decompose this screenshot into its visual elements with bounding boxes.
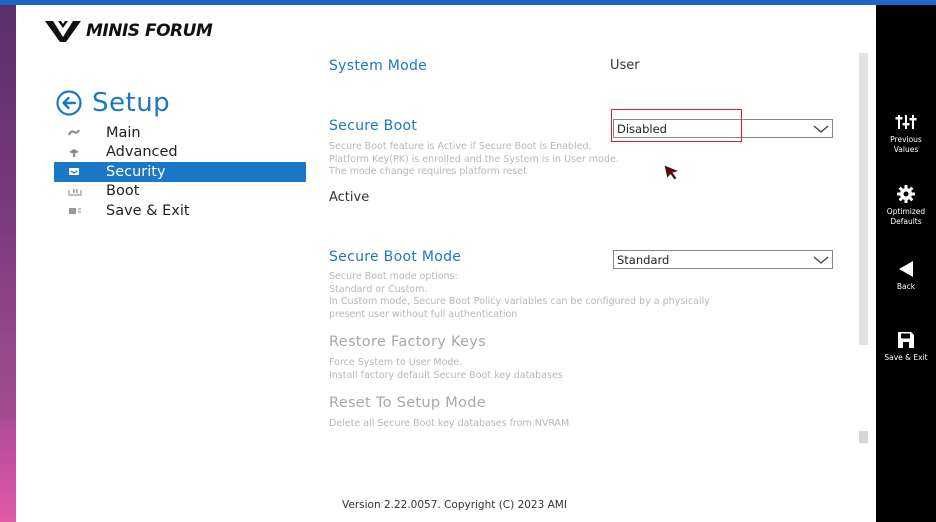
- setup-title: Setup: [92, 88, 171, 118]
- restore-factory-keys-help-text: Force System to User Mode. Install facto…: [329, 357, 563, 381]
- back-arrow-circle-icon[interactable]: [56, 90, 82, 116]
- secure-boot-mode-value: Standard: [617, 252, 670, 267]
- restore-factory-keys-item[interactable]: Restore Factory Keys: [329, 334, 486, 350]
- optimized-defaults-button[interactable]: Optimized Defaults: [876, 185, 936, 226]
- nav-item-label: Advanced: [106, 144, 178, 161]
- security-icon: [69, 168, 79, 176]
- reset-to-setup-mode-item[interactable]: Reset To Setup Mode: [329, 395, 486, 411]
- secure-boot-label[interactable]: Secure Boot: [329, 118, 417, 134]
- security-settings-panel: System Mode User Secure Boot Disabled Se…: [329, 5, 849, 522]
- save-exit-label: Save & Exit: [884, 353, 928, 362]
- back-triangle-icon: [899, 261, 913, 277]
- secure-boot-mode-select[interactable]: Standard: [613, 250, 833, 269]
- previous-values-button[interactable]: Previous Values: [876, 113, 936, 154]
- function-key-sidebar: Previous Values Optimized Defaults Back: [876, 5, 936, 522]
- bios-screen: MINIS FORUM Setup Main Advanced Security…: [16, 5, 876, 522]
- previous-values-label: Previous Values: [890, 135, 922, 154]
- save-exit-icon: [69, 208, 81, 215]
- nav-item-advanced[interactable]: Advanced: [54, 143, 306, 163]
- nav-item-label: Main: [106, 124, 141, 141]
- chevron-down-icon: [813, 124, 829, 133]
- system-mode-value: User: [610, 58, 640, 73]
- save-exit-button[interactable]: Save & Exit: [876, 331, 936, 363]
- logo-text: MINIS FORUM: [86, 21, 213, 41]
- highlight-box: [611, 109, 742, 142]
- chevron-down-icon: [813, 255, 829, 264]
- back-label: Back: [896, 282, 916, 291]
- setup-header: Setup: [56, 88, 170, 118]
- gear-icon: [897, 185, 915, 203]
- minisforum-logo-mark-icon: [45, 21, 81, 42]
- reset-to-setup-mode-help-text: Delete all Secure Boot key databases fro…: [329, 418, 570, 429]
- main-icon: [68, 129, 80, 136]
- nav-item-main[interactable]: Main: [54, 123, 306, 143]
- secure-boot-mode-label[interactable]: Secure Boot Mode: [329, 249, 461, 265]
- minisforum-logo: MINIS FORUM: [44, 19, 213, 43]
- secure-boot-status: Active: [329, 190, 370, 205]
- nav-item-label: Security: [106, 163, 166, 180]
- nav-item-save-exit[interactable]: Save & Exit: [54, 201, 306, 221]
- secure-boot-mode-help-text: Secure Boot mode options: Standard or Cu…: [329, 271, 710, 320]
- sliders-icon: [895, 115, 917, 129]
- scrollbar-end-marker[interactable]: [859, 431, 868, 443]
- scrollbar-thumb[interactable]: [859, 53, 868, 345]
- optimized-defaults-label: Optimized Defaults: [886, 207, 926, 226]
- nav-item-boot[interactable]: Boot: [54, 182, 306, 202]
- nav-item-label: Save & Exit: [106, 202, 190, 219]
- advanced-icon: [69, 148, 79, 157]
- version-footer: Version 2.22.0057. Copyright (C) 2023 AM…: [342, 499, 567, 511]
- setup-nav-menu: Main Advanced Security Boot Save & Exit: [54, 123, 306, 221]
- desktop-background-left-bottom: [0, 420, 16, 522]
- back-button[interactable]: Back: [876, 260, 936, 292]
- nav-item-security[interactable]: Security: [54, 162, 306, 182]
- boot-icon: [68, 188, 82, 196]
- system-mode-label: System Mode: [329, 58, 428, 74]
- mouse-cursor-icon: [664, 165, 678, 180]
- floppy-disk-icon: [898, 332, 914, 348]
- nav-item-label: Boot: [106, 183, 140, 200]
- secure-boot-help-text: Secure Boot feature is Active if Secure …: [329, 141, 619, 177]
